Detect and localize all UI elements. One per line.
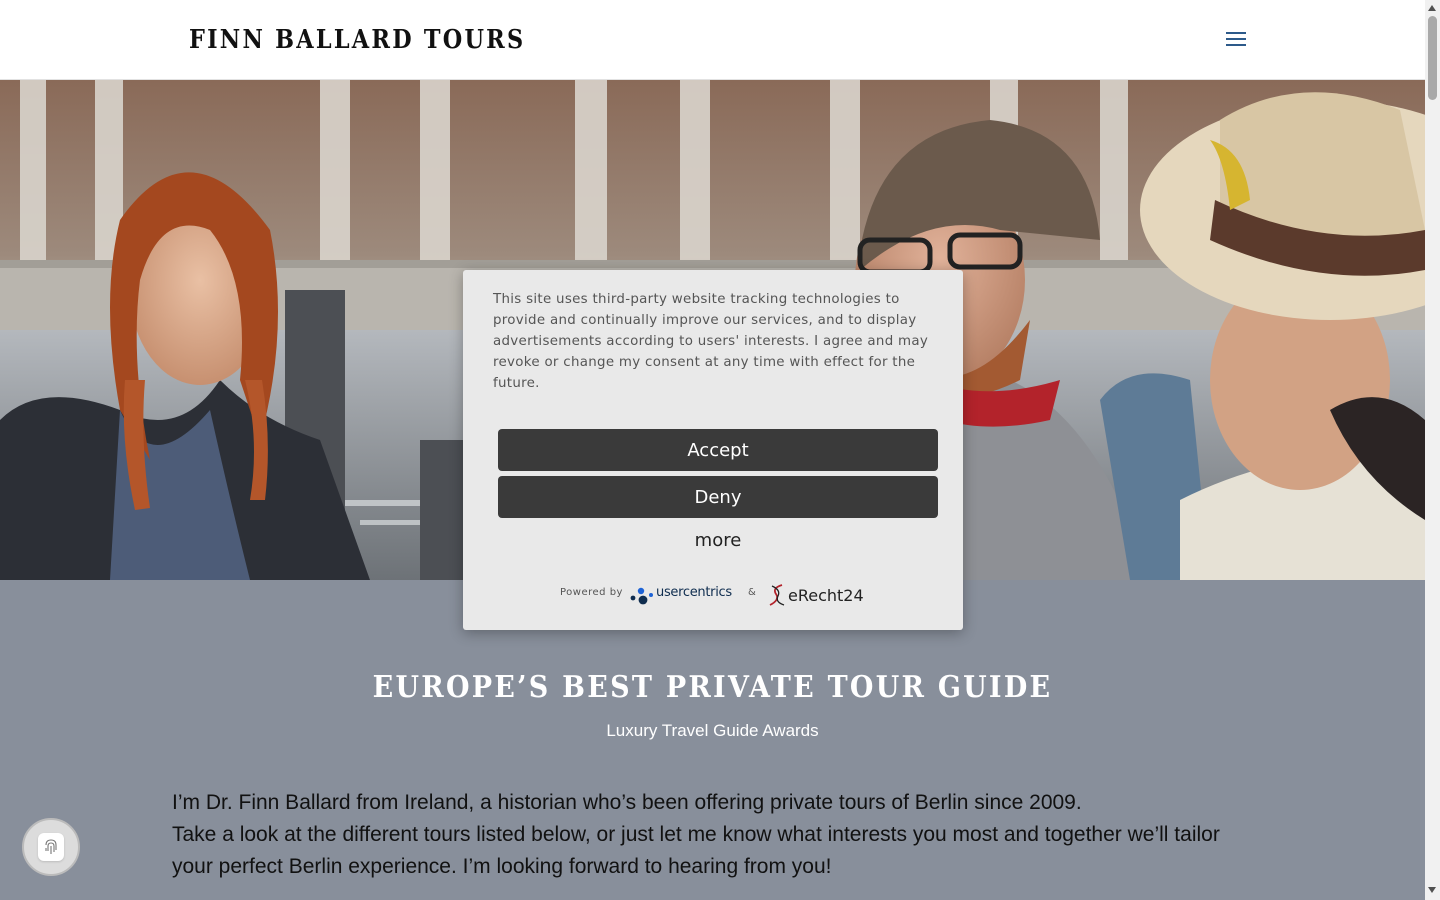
cookie-consent-dialog: This site uses third-party website track… [463,270,963,630]
usercentrics-text: usercentrics [656,585,732,600]
deny-button[interactable]: Deny [498,476,938,518]
scroll-down-arrow-icon[interactable] [1428,887,1436,893]
scroll-up-arrow-icon[interactable] [1428,5,1436,11]
intro-text: I’m Dr. Finn Ballard from Ireland, a his… [172,787,1252,883]
section-subtitle: Luxury Travel Guide Awards [606,721,819,740]
usercentrics-dots-icon [630,587,653,605]
page-scrollbar[interactable] [1425,0,1440,900]
ampersand: & [748,587,756,598]
privacy-badge [38,833,64,861]
erecht24-text: eRecht24 [788,586,864,605]
privacy-settings-button[interactable] [22,818,80,876]
erecht24-logo[interactable]: eRecht24 [766,582,866,608]
usercentrics-logo[interactable]: usercentrics [630,582,740,608]
powered-by-label: Powered by [560,587,623,598]
intro-paragraph-2: Take a look at the different tours liste… [172,823,1220,878]
powered-by-footer: Powered by usercentrics & eRecht24 [560,582,870,608]
erecht24-mark-icon [769,584,785,606]
section-title: EUROPE’S BEST PRIVATE TOUR GUIDE [372,670,1053,705]
more-link[interactable]: more [498,530,938,551]
scrollbar-thumb[interactable] [1428,16,1437,100]
fingerprint-icon [45,839,57,854]
accept-button[interactable]: Accept [498,429,938,471]
intro-paragraph-1: I’m Dr. Finn Ballard from Ireland, a his… [172,791,1082,814]
hamburger-menu-icon[interactable] [1224,28,1248,50]
site-logo[interactable]: FINN BALLARD TOURS [189,24,525,56]
consent-text: This site uses third-party website track… [493,292,929,391]
site-header: FINN BALLARD TOURS [0,0,1425,80]
